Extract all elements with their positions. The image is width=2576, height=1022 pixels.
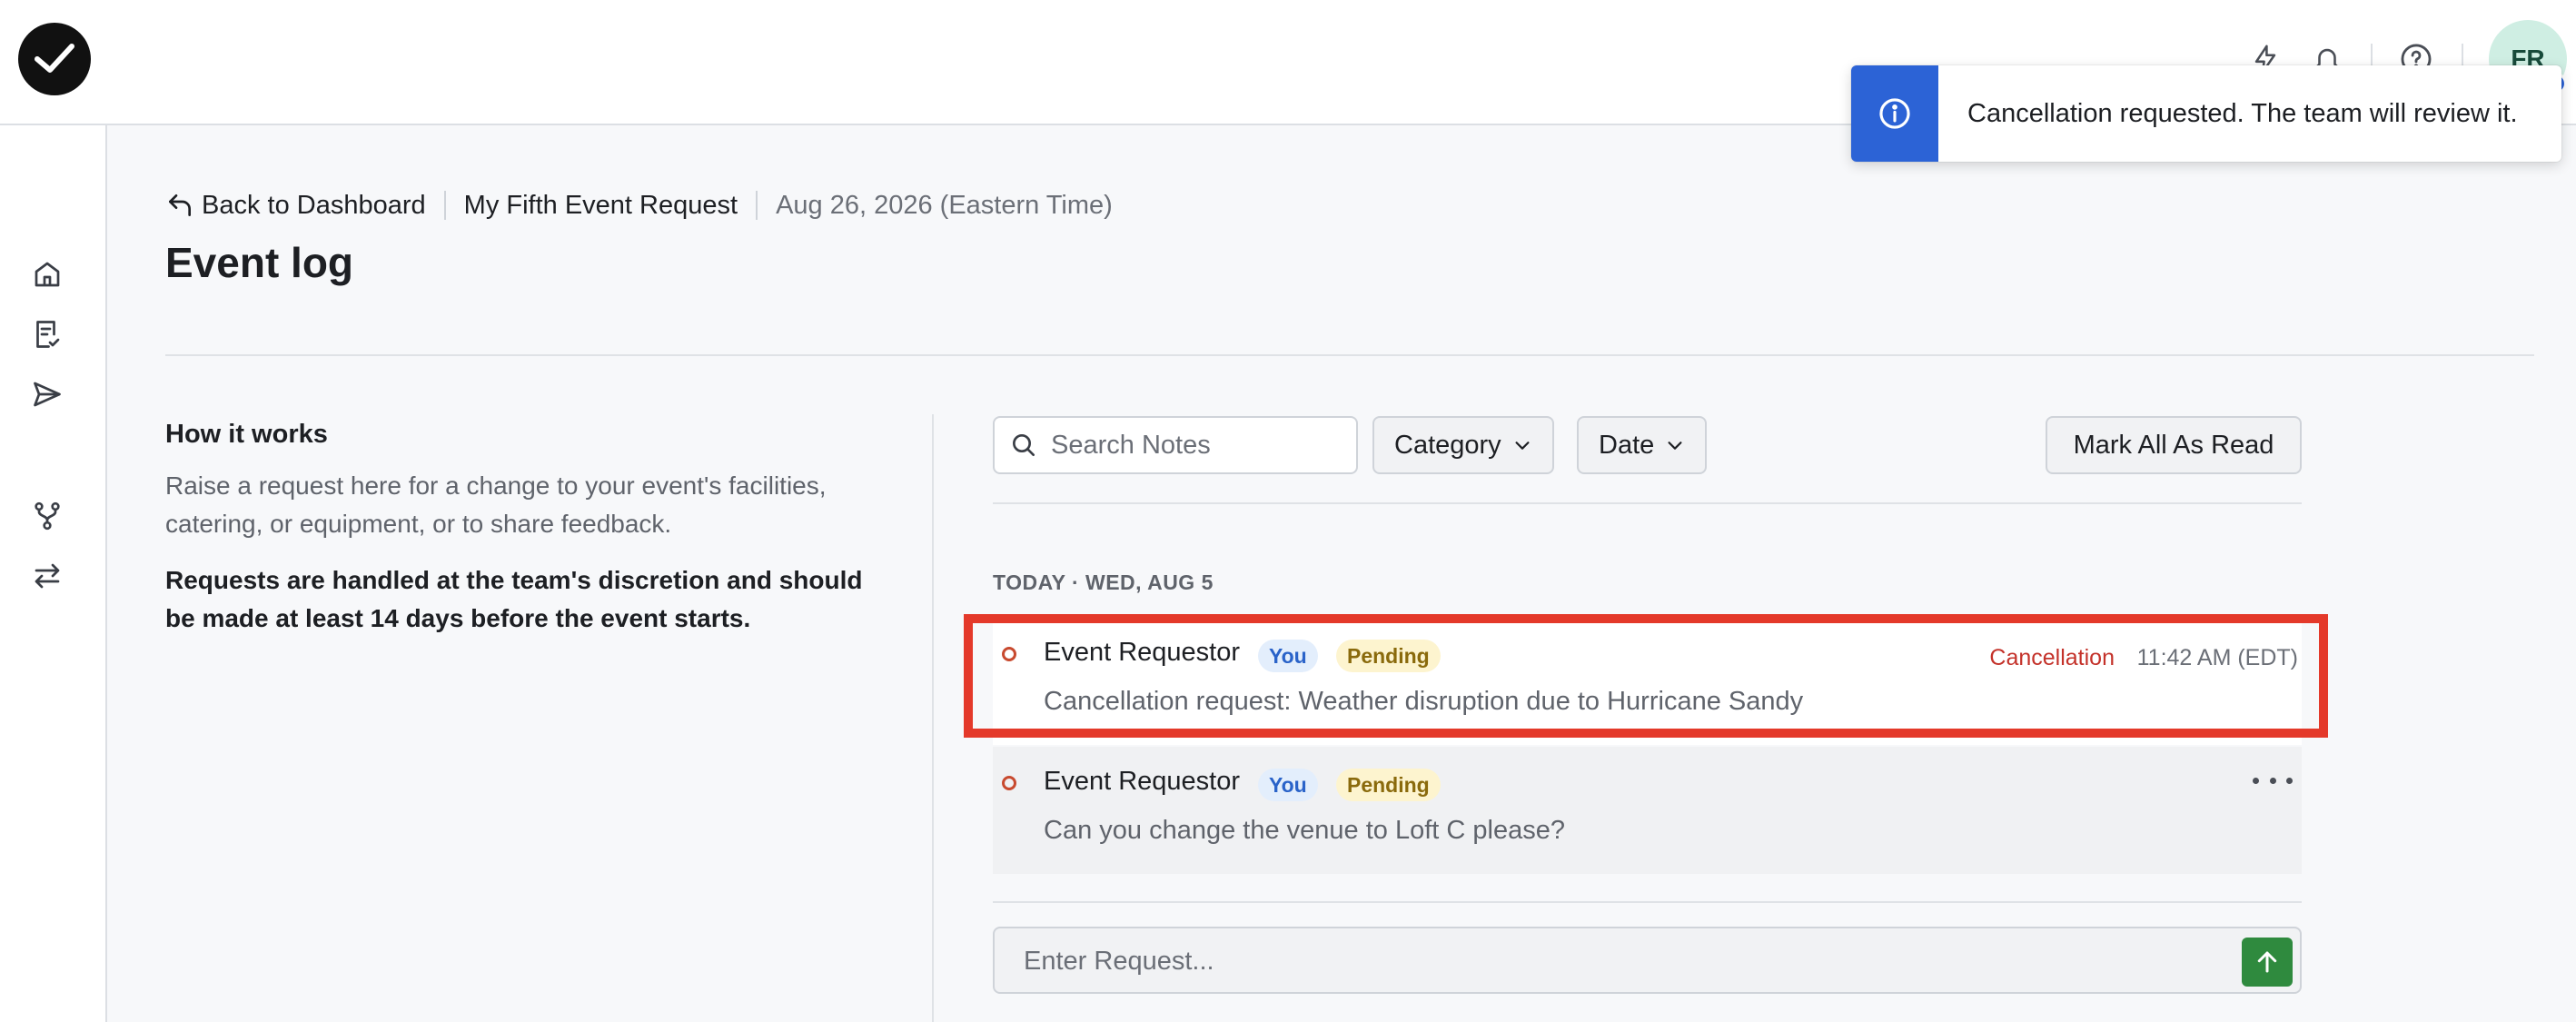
event-message: Can you change the venue to Loft C pleas… <box>1044 816 1565 845</box>
info-title: How it works <box>165 420 328 449</box>
breadcrumb-separator <box>443 191 446 220</box>
event-author: Event Requestor <box>1044 767 1241 796</box>
unread-dot <box>1002 647 1016 661</box>
event-category: Cancellation <box>1989 645 2115 670</box>
column-divider <box>932 414 934 1022</box>
event-log-item[interactable]: Event Requestor You Pending Cancellation… <box>993 618 2302 745</box>
date-dropdown-label: Date <box>1599 430 1655 460</box>
date-dropdown[interactable]: Date <box>1577 416 1708 474</box>
arrow-up-icon <box>2257 951 2277 973</box>
info-body: Raise a request here for a change to you… <box>165 471 827 538</box>
back-to-dashboard-link[interactable]: Back to Dashboard <box>165 191 426 221</box>
breadcrumb-separator <box>756 191 758 220</box>
checkmark-logo[interactable] <box>18 23 91 95</box>
filters-divider <box>993 502 2302 504</box>
swap-icon[interactable] <box>29 558 65 594</box>
request-input[interactable] <box>1024 945 2114 977</box>
home-icon[interactable] <box>29 256 65 293</box>
back-arrow-icon <box>169 194 191 216</box>
toast-notification: Cancellation requested. The team will re… <box>1851 65 2561 162</box>
day-group-label: TODAY · WED, AUG 5 <box>993 571 1214 594</box>
sidebar <box>0 125 107 1022</box>
status-badge: Pending <box>1336 640 1441 672</box>
event-author: Event Requestor <box>1044 638 1241 667</box>
chevron-down-icon <box>1515 442 1530 450</box>
unread-dot <box>1002 776 1016 790</box>
send-icon[interactable] <box>29 376 65 412</box>
composer-divider <box>993 901 2302 903</box>
mark-all-as-read-button[interactable]: Mark All As Read <box>2046 416 2302 474</box>
checklist-icon[interactable] <box>29 316 65 352</box>
search-box[interactable] <box>993 416 1358 474</box>
search-input[interactable] <box>1051 430 1342 461</box>
info-icon <box>1879 98 1910 129</box>
breadcrumb: Back to Dashboard My Fifth Event Request… <box>165 187 1113 223</box>
branch-icon[interactable] <box>29 498 65 534</box>
request-composer <box>993 927 2302 994</box>
chevron-down-icon <box>1668 442 1682 450</box>
more-options-icon[interactable] <box>2253 767 2293 794</box>
header-divider <box>165 354 2534 356</box>
category-dropdown[interactable]: Category <box>1372 416 1554 474</box>
event-time: 11:42 AM (EDT) <box>2136 645 2298 670</box>
event-log-item[interactable]: Event Requestor You Pending Can you chan… <box>993 747 2302 874</box>
back-link-label: Back to Dashboard <box>202 190 426 220</box>
status-badge: Pending <box>1336 769 1441 801</box>
you-badge: You <box>1258 640 1318 672</box>
info-note: Requests are handled at the team's discr… <box>165 566 863 632</box>
you-badge: You <box>1258 769 1318 801</box>
search-icon <box>1013 434 1035 456</box>
toast-accent <box>1851 65 1938 162</box>
page-title: Event log <box>165 239 354 286</box>
breadcrumb-event-name[interactable]: My Fifth Event Request <box>464 191 738 221</box>
event-message: Cancellation request: Weather disruption… <box>1044 687 1804 716</box>
breadcrumb-event-date: Aug 26, 2026 (Eastern Time) <box>776 190 1113 220</box>
category-dropdown-label: Category <box>1394 430 1501 460</box>
send-button[interactable] <box>2242 938 2293 987</box>
toast-message: Cancellation requested. The team will re… <box>1967 98 2518 128</box>
